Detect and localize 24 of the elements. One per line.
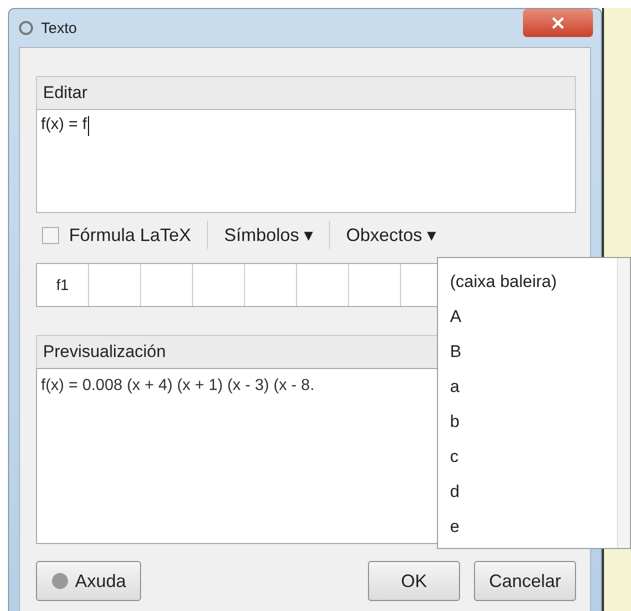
section-header: Editar [36, 76, 576, 109]
latex-checkbox[interactable] [42, 226, 59, 244]
help-button[interactable]: Axuda [36, 561, 142, 601]
dropdown-item[interactable]: d [450, 474, 617, 509]
menu-button[interactable]: Obxectos ▾ [340, 224, 442, 246]
checkbox-label: Fórmula LaTeX [69, 224, 192, 246]
window-title: Texto [41, 20, 77, 36]
cell-text: f1 [56, 276, 69, 294]
text-input-field[interactable]: f(x) = f [36, 109, 576, 213]
close-icon [552, 17, 564, 29]
ok-button[interactable]: OK [368, 561, 460, 601]
dropdown-item[interactable]: e [450, 509, 617, 544]
dropdown-item[interactable]: a [450, 369, 617, 404]
app-icon [17, 19, 35, 37]
dropdown-item[interactable]: (caixa baleira) [450, 264, 617, 299]
cancel-button[interactable]: Cancelar [474, 561, 576, 601]
menu-button[interactable]: Símbolos ▾ [218, 224, 320, 246]
close-button[interactable] [523, 9, 593, 37]
preview-text: f(x) = 0.008 (x + 4) (x + 1) (x - 3) (x - 8. [41, 377, 314, 394]
scrollbar[interactable] [617, 258, 630, 548]
dropdown-item[interactable]: c [450, 439, 617, 474]
dropdown-item[interactable]: b [450, 404, 617, 439]
dropdown-item[interactable]: A [450, 299, 617, 334]
help-icon [51, 572, 69, 590]
